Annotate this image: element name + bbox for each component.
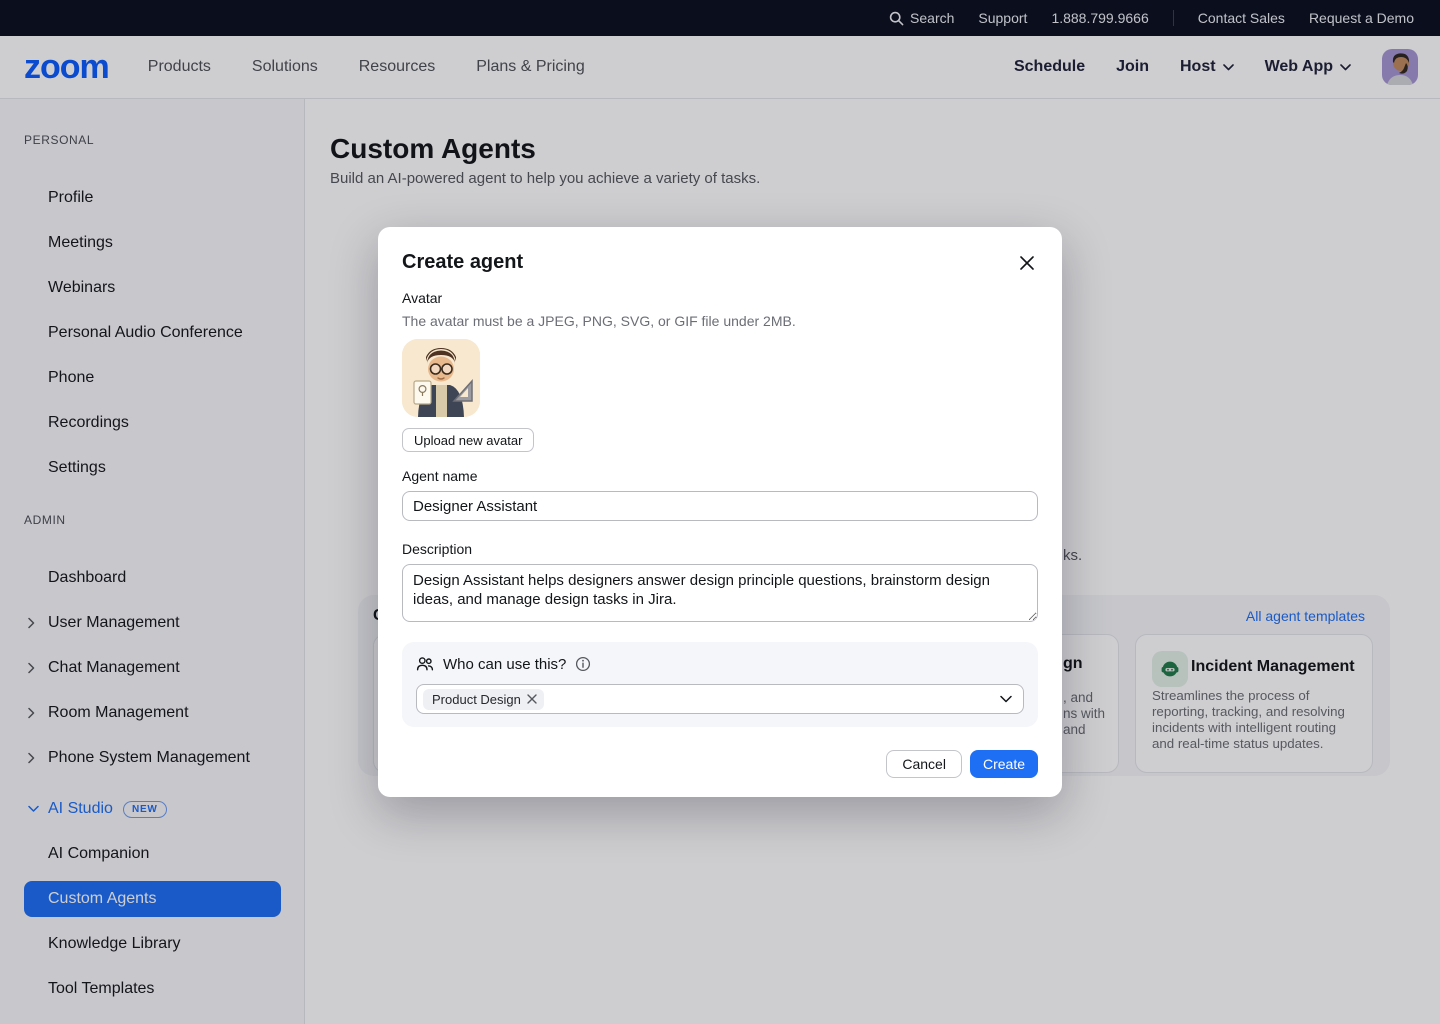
description-textarea[interactable]: Design Assistant helps designers answer … bbox=[402, 564, 1038, 622]
people-icon bbox=[416, 655, 434, 673]
description-label: Description bbox=[402, 541, 1038, 557]
create-button[interactable]: Create bbox=[970, 750, 1038, 778]
close-icon[interactable] bbox=[1016, 252, 1038, 274]
who-can-use-select[interactable]: Product Design bbox=[416, 684, 1024, 714]
agent-avatar-image bbox=[402, 339, 480, 417]
selected-tag-product-design: Product Design bbox=[423, 689, 544, 710]
tag-label: Product Design bbox=[432, 692, 521, 707]
create-agent-modal: Create agent Avatar The avatar must be a… bbox=[378, 227, 1062, 797]
who-can-use-panel: Who can use this? Product Design bbox=[402, 642, 1038, 727]
who-can-use-label: Who can use this? bbox=[443, 656, 566, 673]
chevron-down-icon bbox=[1000, 695, 1012, 703]
upload-avatar-button[interactable]: Upload new avatar bbox=[402, 428, 534, 452]
remove-tag-icon[interactable] bbox=[527, 694, 537, 704]
agent-name-label: Agent name bbox=[402, 468, 1038, 484]
info-icon[interactable] bbox=[575, 656, 591, 672]
avatar-label: Avatar bbox=[402, 290, 1038, 306]
avatar-hint: The avatar must be a JPEG, PNG, SVG, or … bbox=[402, 313, 1038, 329]
agent-name-input[interactable] bbox=[402, 491, 1038, 521]
cancel-button[interactable]: Cancel bbox=[886, 750, 962, 778]
modal-title: Create agent bbox=[402, 251, 523, 274]
